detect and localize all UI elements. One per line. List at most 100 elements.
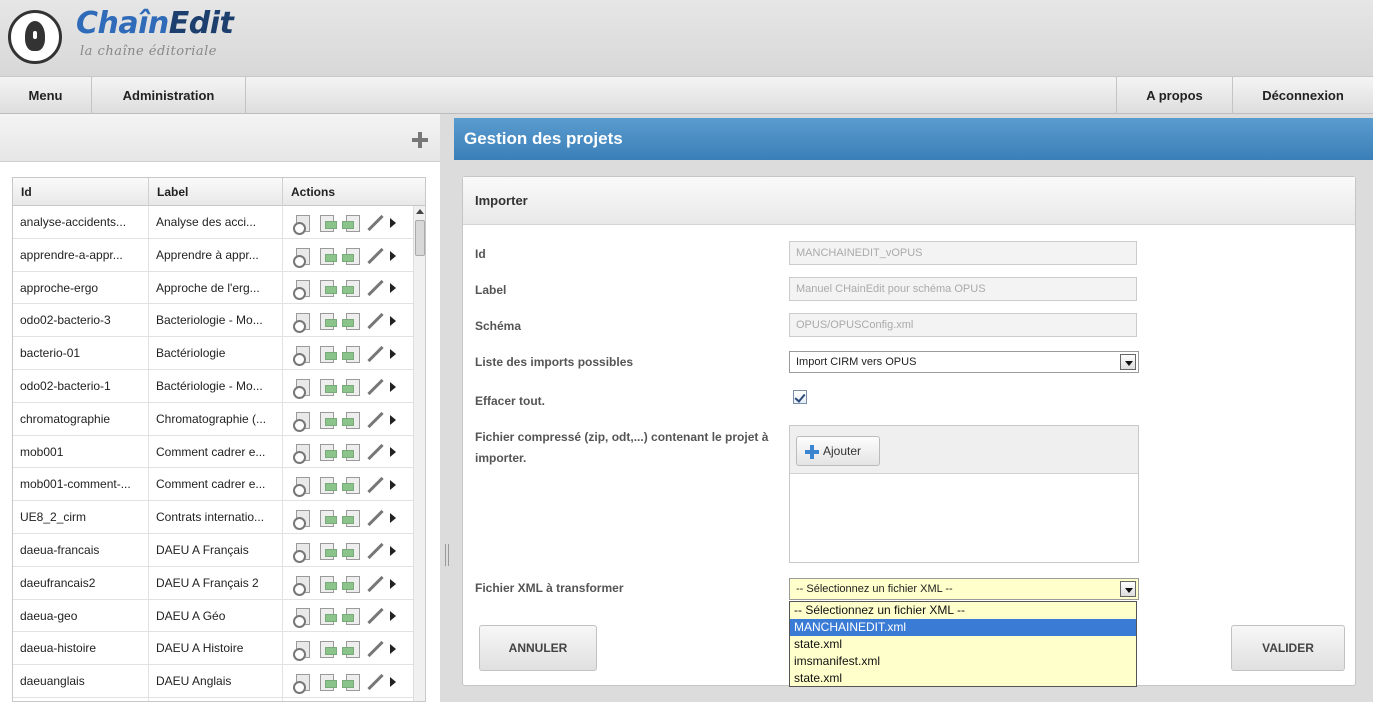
edit-pencil-icon[interactable] [365, 378, 385, 396]
scroll-up-icon[interactable] [416, 209, 424, 214]
more-arrow-icon[interactable] [389, 247, 399, 265]
import-icon[interactable] [341, 607, 361, 626]
view-document-icon[interactable] [293, 607, 313, 629]
export-icon[interactable] [317, 345, 337, 364]
splitter-grip-icon[interactable] [445, 544, 449, 566]
import-icon[interactable] [341, 542, 361, 560]
more-arrow-icon[interactable] [389, 575, 399, 593]
table-row[interactable]: daeuanglais DAEU Anglais [13, 665, 413, 698]
import-icon[interactable] [341, 378, 361, 396]
table-row[interactable]: mob001 Comment cadrer e... [13, 435, 413, 469]
edit-pencil-icon[interactable] [365, 640, 385, 658]
edit-pencil-icon[interactable] [365, 411, 385, 429]
view-document-icon[interactable] [293, 279, 313, 301]
nav-logout[interactable]: Déconnexion [1232, 77, 1373, 114]
edit-pencil-icon[interactable] [365, 247, 385, 265]
more-arrow-icon[interactable] [389, 214, 399, 232]
nav-about[interactable]: A propos [1116, 77, 1232, 114]
column-header-id[interactable]: Id [13, 178, 149, 206]
table-row[interactable]: UE8_2_cirm Contrats internatio... [13, 501, 413, 534]
xml-option[interactable]: state.xml [790, 670, 1136, 687]
xml-option-selected[interactable]: MANCHAINEDIT.xml [790, 619, 1136, 636]
column-header-label[interactable]: Label [149, 178, 283, 206]
more-arrow-icon[interactable] [389, 542, 399, 560]
view-document-icon[interactable] [293, 378, 313, 399]
table-row[interactable]: bacterio-01 Bactériologie [13, 337, 413, 370]
more-arrow-icon[interactable] [389, 607, 399, 625]
import-icon[interactable] [341, 443, 361, 462]
import-icon[interactable] [341, 640, 361, 659]
import-icon[interactable] [341, 673, 361, 691]
chevron-down-icon[interactable] [1120, 354, 1136, 370]
export-icon[interactable] [317, 214, 337, 232]
export-icon[interactable] [317, 378, 337, 396]
table-row[interactable]: chromatographie Chromatographie (... [13, 402, 413, 436]
table-row[interactable]: daeua-histoire DAEU A Histoire [13, 632, 413, 666]
nav-administration[interactable]: Administration [92, 77, 246, 114]
chevron-down-icon[interactable] [1120, 581, 1136, 597]
scroll-thumb[interactable] [415, 220, 425, 256]
xml-option[interactable]: imsmanifest.xml [790, 653, 1136, 670]
nav-menu[interactable]: Menu [0, 77, 92, 114]
export-icon[interactable] [317, 247, 337, 265]
table-row[interactable]: mob001-comment-... Comment cadrer e... [13, 468, 413, 502]
view-document-icon[interactable] [293, 312, 313, 334]
validate-button[interactable]: VALIDER [1231, 625, 1345, 671]
import-icon[interactable] [341, 575, 361, 593]
view-document-icon[interactable] [293, 542, 313, 563]
export-icon[interactable] [317, 476, 337, 495]
view-document-icon[interactable] [293, 214, 313, 235]
import-icon[interactable] [341, 345, 361, 364]
export-icon[interactable] [317, 673, 337, 691]
view-document-icon[interactable] [293, 345, 313, 367]
more-arrow-icon[interactable] [389, 345, 399, 363]
add-file-button[interactable]: Ajouter [796, 436, 880, 466]
table-row[interactable]: analyse-accidents... Analyse des acci... [13, 206, 413, 239]
imports-select[interactable]: Import CIRM vers OPUS [789, 351, 1139, 373]
view-document-icon[interactable] [293, 247, 313, 268]
table-row[interactable]: odo02-bacterio-3 Bacteriologie - Mo... [13, 304, 413, 338]
edit-pencil-icon[interactable] [365, 345, 385, 363]
file-uploader[interactable]: Ajouter [789, 425, 1139, 563]
more-arrow-icon[interactable] [389, 443, 399, 461]
panel-splitter[interactable] [440, 114, 454, 702]
more-arrow-icon[interactable] [389, 312, 399, 330]
table-row[interactable]: odo02-bacterio-1 Bactériologie - Mo... [13, 369, 413, 403]
import-icon[interactable] [341, 312, 361, 331]
export-icon[interactable] [317, 509, 337, 527]
export-icon[interactable] [317, 640, 337, 659]
xml-option[interactable]: state.xml [790, 636, 1136, 653]
view-document-icon[interactable] [293, 443, 313, 465]
import-icon[interactable] [341, 509, 361, 527]
export-icon[interactable] [317, 542, 337, 560]
table-row[interactable]: approche-ergo Approche de l'erg... [13, 271, 413, 305]
edit-pencil-icon[interactable] [365, 279, 385, 297]
edit-pencil-icon[interactable] [365, 476, 385, 494]
table-row[interactable]: daeufrancais2 DAEU A Français 2 [13, 566, 413, 600]
export-icon[interactable] [317, 411, 337, 429]
add-project-icon[interactable] [412, 132, 428, 148]
edit-pencil-icon[interactable] [365, 509, 385, 527]
import-icon[interactable] [341, 214, 361, 232]
export-icon[interactable] [317, 575, 337, 593]
export-icon[interactable] [317, 607, 337, 626]
edit-pencil-icon[interactable] [365, 214, 385, 232]
more-arrow-icon[interactable] [389, 673, 399, 691]
export-icon[interactable] [317, 279, 337, 298]
import-icon[interactable] [341, 411, 361, 429]
import-icon[interactable] [341, 247, 361, 265]
table-scrollbar[interactable] [413, 206, 425, 701]
table-row[interactable]: daeua-francais DAEU A Français [13, 533, 413, 567]
view-document-icon[interactable] [293, 476, 313, 498]
table-row[interactable]: apprendre-a-appr... Apprendre à appr... [13, 238, 413, 272]
edit-pencil-icon[interactable] [365, 443, 385, 461]
edit-pencil-icon[interactable] [365, 542, 385, 560]
edit-pencil-icon[interactable] [365, 673, 385, 691]
view-document-icon[interactable] [293, 673, 313, 694]
import-icon[interactable] [341, 279, 361, 298]
more-arrow-icon[interactable] [389, 640, 399, 658]
more-arrow-icon[interactable] [389, 476, 399, 494]
more-arrow-icon[interactable] [389, 378, 399, 396]
edit-pencil-icon[interactable] [365, 312, 385, 330]
edit-pencil-icon[interactable] [365, 607, 385, 625]
